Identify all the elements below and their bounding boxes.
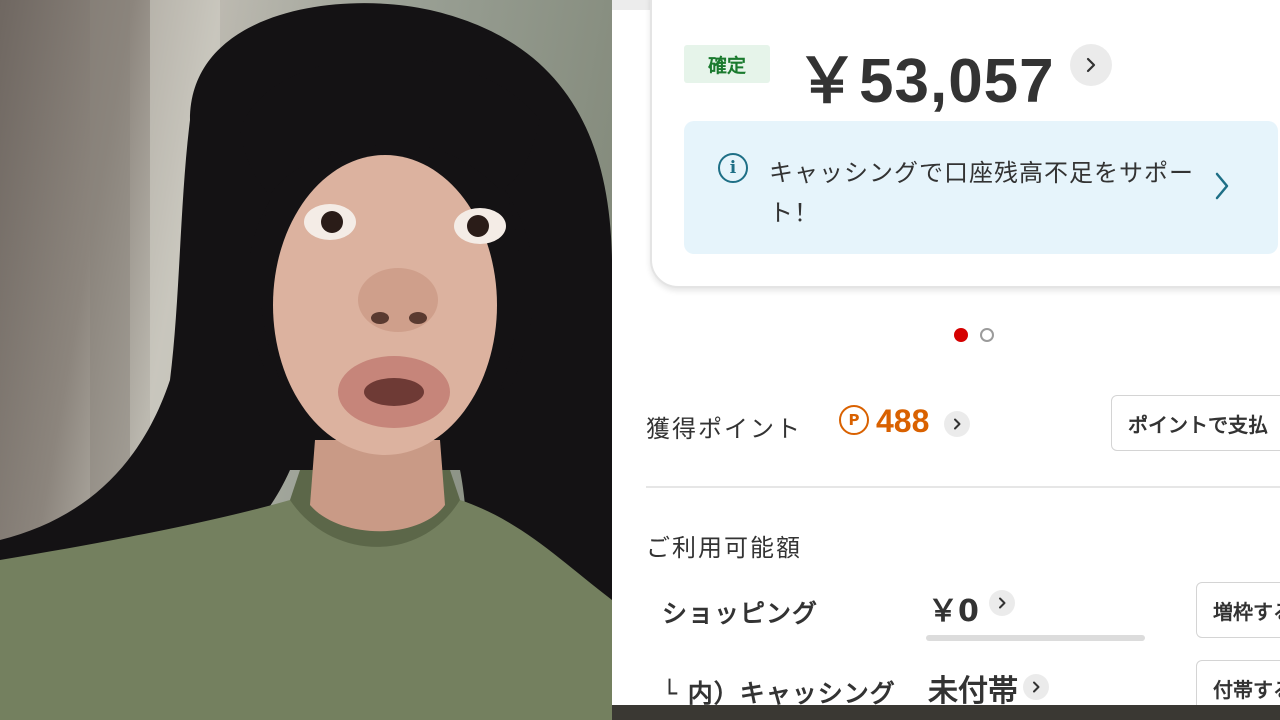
chevron-right-icon [954,418,961,430]
billing-detail-button[interactable] [1070,44,1112,86]
cashing-value: 未付帯 [928,674,1018,705]
shopping-usage-bar [926,635,1145,641]
chevron-right-icon [1215,172,1229,200]
increase-limit-button[interactable]: 増枠する [1196,582,1280,638]
chevron-right-icon [1086,57,1096,73]
shopping-value: ￥0 [928,594,979,629]
cashing-label: └ 内）キャッシング [662,679,896,705]
app-screen: 確定 ￥53,057 i キャッシングで口座残高不足をサポート！ 獲得ポイント … [612,0,1280,705]
cashing-detail-button[interactable] [1023,674,1049,700]
points-p-icon: P [839,405,869,435]
points-row: 獲得ポイント P 488 ポイントで支払 [612,395,1280,455]
carousel-dot-1[interactable] [954,328,968,342]
carousel-indicator [954,328,994,342]
photo-bottom-strip [612,705,1280,720]
shopping-detail-button[interactable] [989,590,1015,616]
shopping-limit-row: ショッピング ￥0 増枠する [612,580,1280,641]
person-photo [0,0,612,720]
cashing-limit-row: └ 内）キャッシング 未付帯 付帯する [612,660,1280,705]
billing-amount: ￥53,057 [796,47,1055,116]
screen: 確定 ￥53,057 i キャッシングで口座残高不足をサポート！ 獲得ポイント … [0,0,1280,720]
pay-with-points-button[interactable]: ポイントで支払 [1111,395,1280,451]
shopping-label: ショッピング [662,599,819,628]
points-detail-button[interactable] [944,411,970,437]
available-amount-title: ご利用可能額 [646,534,802,562]
info-icon: i [718,153,748,183]
divider [646,486,1280,488]
status-badge: 確定 [684,45,770,83]
person-illustration [0,0,612,720]
points-label: 獲得ポイント [646,415,802,443]
chevron-right-icon [999,597,1006,609]
cashing-support-banner[interactable]: i キャッシングで口座残高不足をサポート！ [684,121,1278,254]
banner-text: キャッシングで口座残高不足をサポート！ [769,159,1194,227]
points-value: 488 [876,403,930,439]
chevron-right-icon [1033,681,1040,693]
carousel-dot-2[interactable] [980,328,994,342]
attach-cashing-button[interactable]: 付帯する [1196,660,1280,705]
